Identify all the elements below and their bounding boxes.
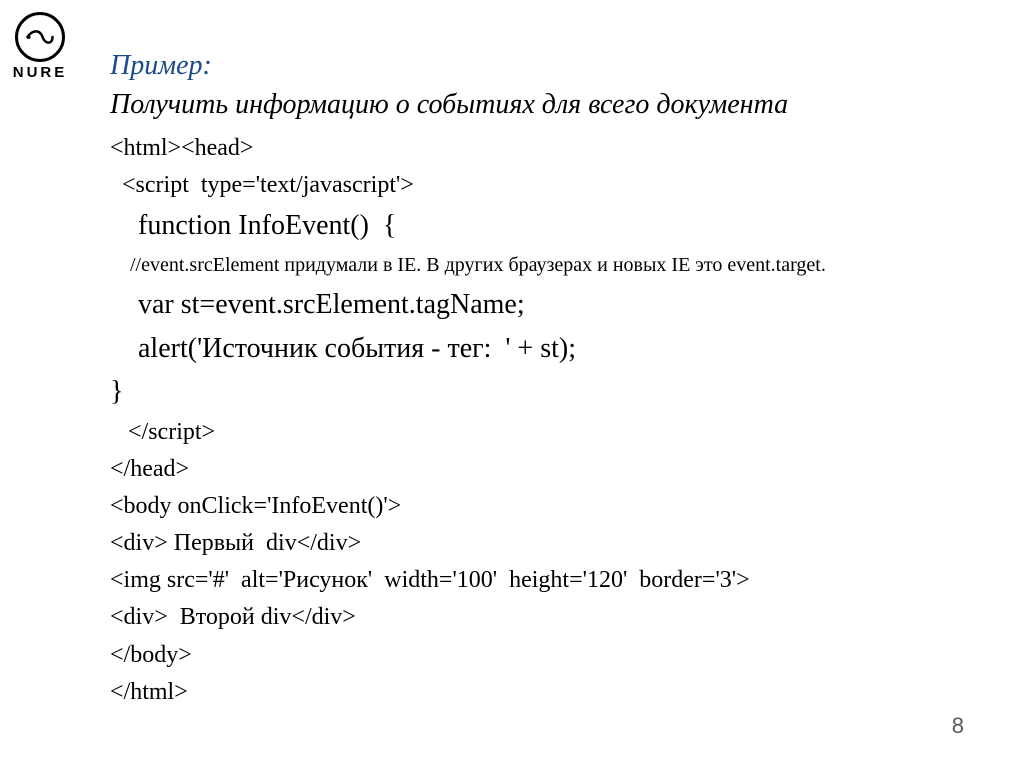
task-description: Получить информацию о событиях для всего…	[110, 88, 984, 122]
page-number: 8	[952, 713, 964, 739]
code-line: </html>	[110, 674, 984, 711]
code-line: alert('Источник события - тег: ' + st);	[110, 327, 984, 370]
code-line: }	[110, 370, 984, 413]
code-line: function InfoEvent() {	[110, 204, 984, 247]
code-line: <div> Второй div</div>	[110, 599, 984, 636]
code-line: </body>	[110, 637, 984, 674]
logo: NURE	[12, 12, 68, 81]
code-comment: //event.srcElement придумали в IE. В дру…	[110, 247, 984, 283]
logo-text: NURE	[12, 64, 68, 81]
example-label: Пример:	[110, 50, 984, 82]
slide-content: Пример: Получить информацию о событиях д…	[110, 50, 984, 711]
code-line: <script type='text/javascript'>	[110, 167, 984, 204]
code-line: <img src='#' alt='Рисунок' width='100' h…	[110, 562, 984, 599]
code-line: </script>	[110, 414, 984, 451]
code-line: var st=event.srcElement.tagName;	[110, 283, 984, 326]
code-line: <html><head>	[110, 130, 984, 167]
logo-icon	[15, 12, 65, 62]
code-line: <body onClick='InfoEvent()'>	[110, 488, 984, 525]
code-line: </head>	[110, 451, 984, 488]
code-line: <div> Первый div</div>	[110, 525, 984, 562]
